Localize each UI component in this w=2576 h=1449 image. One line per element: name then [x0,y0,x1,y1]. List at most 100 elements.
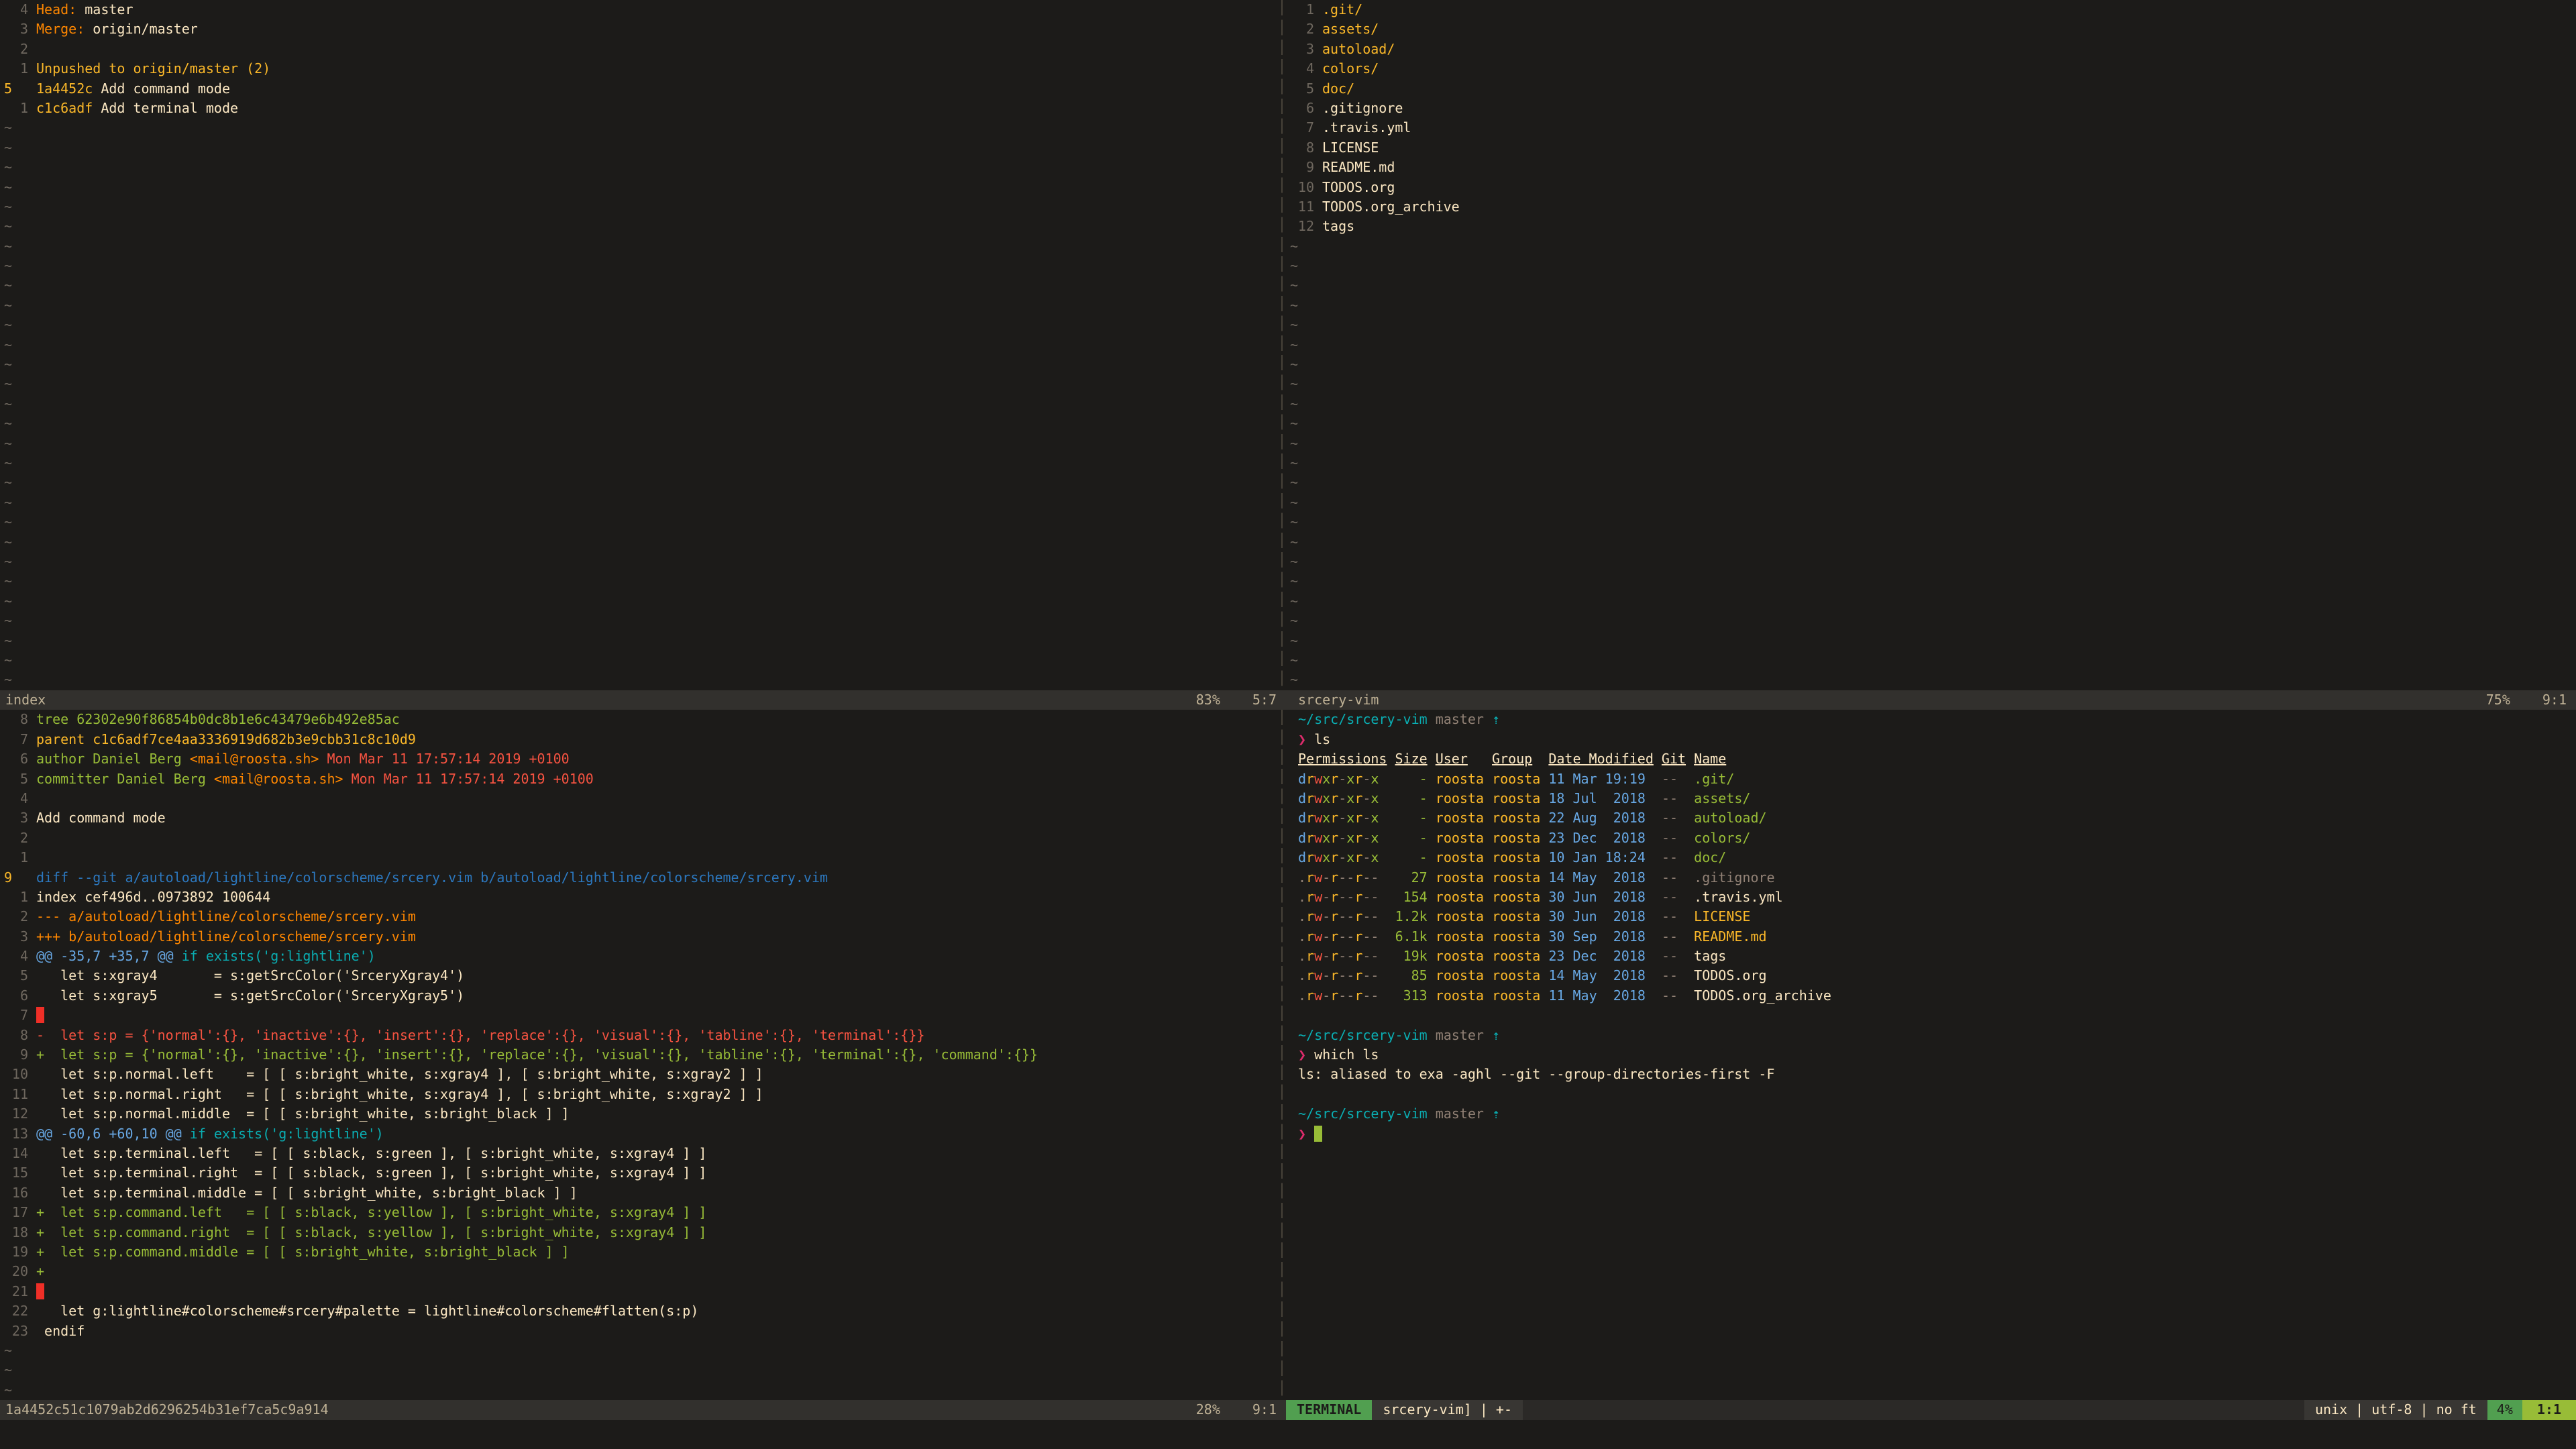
statusline-terminal-active[interactable]: TERMINAL srcery-vim] | +- unix | utf-8 |… [1286,1400,2576,1420]
text-run: TODOS.org_archive [1694,987,1831,1004]
terminal-line[interactable]: .rw-r--r-- 85 roosta roosta 14 May 2018 … [1298,966,2576,985]
permission-char: - [1362,948,1371,965]
buffer-line[interactable]: 5 1a4452c Add command mode [0,79,1278,99]
buffer-line[interactable]: 5 doc/ [1286,79,2576,99]
terminal-line[interactable]: drwxr-xr-x - roosta roosta 23 Dec 2018 -… [1298,828,2576,848]
buffer-line[interactable]: 3 +++ b/autoload/lightline/colorscheme/sr… [0,927,1278,947]
buffer-line[interactable]: 9 README.md [1286,158,2576,177]
terminal-line[interactable]: .rw-r--r-- 19k roosta roosta 23 Dec 2018… [1298,947,2576,966]
buffer-line[interactable]: 11 let s:p.normal.right = [ [ s:bright_w… [0,1085,1278,1104]
buffer-line[interactable]: 10 let s:p.normal.left = [ [ s:bright_wh… [0,1065,1278,1084]
permission-char: r [1330,888,1339,905]
buffer-line[interactable]: 2 [0,40,1278,59]
text-run: roosta [1435,928,1485,945]
terminal-line[interactable]: drwxr-xr-x - roosta roosta 11 Mar 19:19 … [1298,769,2576,789]
vertical-split-separator[interactable] [1278,0,1286,690]
buffer-line[interactable]: 5 let s:xgray4 = s:getSrcColor('SrceryXg… [0,966,1278,985]
buffer-line[interactable]: 1 .git/ [1286,0,2576,19]
buffer-line[interactable]: 20 + [0,1262,1278,1281]
buffer-line[interactable]: 1 index cef496d..0973892 100644 [0,888,1278,907]
permission-char: w [1314,869,1323,885]
buffer-line[interactable]: 4 colors/ [1286,59,2576,78]
terminal-line[interactable]: .rw-r--r-- 313 roosta roosta 11 May 2018… [1298,986,2576,1006]
terminal-line[interactable]: .rw-r--r-- 1.2k roosta roosta 30 Jun 201… [1298,907,2576,926]
buffer-line[interactable]: 6 author Daniel Berg <mail@roosta.sh> Mon… [0,749,1278,769]
buffer-line[interactable]: 9 diff --git a/autoload/lightline/colorsc… [0,868,1278,888]
terminal-line[interactable]: .rw-r--r-- 6.1k roosta roosta 30 Sep 201… [1298,927,2576,947]
terminal-line[interactable]: ❯ which ls [1298,1045,2576,1065]
buffer-line[interactable]: 21 [0,1282,1278,1301]
permission-char: x [1346,790,1355,806]
buffer-line[interactable]: 12 let s:p.normal.middle = [ [ s:bright_… [0,1104,1278,1124]
statusline-fugitive-summary[interactable]: index 83% 5:7 [0,690,1286,710]
terminal-line[interactable]: .rw-r--r-- 154 roosta roosta 30 Jun 2018… [1298,888,2576,907]
buffer-line[interactable]: 9 + let s:p = {'normal':{}, 'inactive':{}… [0,1045,1278,1065]
terminal-line[interactable]: drwxr-xr-x - roosta roosta 22 Aug 2018 -… [1298,808,2576,828]
line-number: 14 [11,1144,28,1161]
terminal-line[interactable]: drwxr-xr-x - roosta roosta 10 Jan 18:24 … [1298,848,2576,867]
text-run: ⇡ [1492,1106,1501,1122]
pane-terminal[interactable]: ~/src/srcery-vim master ⇡ ❯ ls Permissions… [1286,710,2576,1400]
buffer-line[interactable]: 22 let g:lightline#colorscheme#srcery#pa… [0,1301,1278,1321]
buffer-line[interactable]: 17 + let s:p.command.left = [ [ s:black, … [0,1203,1278,1222]
terminal-line[interactable]: ~/src/srcery-vim master ⇡ [1298,1104,2576,1124]
line-number: 2 [19,908,28,925]
buffer-line[interactable]: 15 let s:p.terminal.right = [ [ s:black,… [0,1163,1278,1183]
buffer-line[interactable]: 4 @@ -35,7 +35,7 @@ if exists('g:lightlin… [0,947,1278,966]
buffer-line[interactable]: 8 tree 62302e90f86854b0dc8b1e6c43479e6b49… [0,710,1278,729]
buffer-line[interactable]: 6 let s:xgray5 = s:getSrcColor('SrceryXg… [0,986,1278,1006]
buffer-line[interactable]: 4 [0,789,1278,808]
permission-char: r [1306,928,1315,945]
terminal-line[interactable]: .rw-r--r-- 27 roosta roosta 14 May 2018 … [1298,868,2576,888]
text-run [1484,711,1492,727]
buffer-line[interactable]: 3 Merge: origin/master [0,19,1278,39]
buffer-line[interactable]: 7 [0,1006,1278,1025]
buffer-line[interactable]: 7 parent c1c6adf7ce4aa3336919d682b3e9cbb3… [0,730,1278,749]
buffer-line[interactable]: 6 .gitignore [1286,99,2576,118]
vertical-split-separator[interactable] [1278,710,1286,1401]
buffer-line[interactable]: 11 TODOS.org_archive [1286,197,2576,217]
statusline-file-explorer[interactable]: srcery-vim 75% 9:1 [1286,690,2576,710]
terminal-line[interactable]: drwxr-xr-x - roosta roosta 18 Jul 2018 -… [1298,789,2576,808]
buffer-line[interactable]: 4 Head: master [0,0,1278,19]
buffer-line[interactable]: 18 + let s:p.command.right = [ [ s:black,… [0,1223,1278,1242]
statusline-git-commit-diff[interactable]: 1a4452c51c1079ab2d6296254b31ef7ca5c9a914… [0,1400,1286,1420]
buffer-line[interactable]: 5 committer Daniel Berg <mail@roosta.sh> … [0,769,1278,789]
permission-char: - [1362,869,1371,885]
pane-fugitive-summary[interactable]: 4 Head: master 3 Merge: origin/master 2 1 Unpu… [0,0,1278,690]
buffer-line[interactable]: 19 + let s:p.command.middle = [ [ s:brigh… [0,1242,1278,1262]
terminal-line[interactable]: ~/src/srcery-vim master ⇡ [1298,1026,2576,1045]
buffer-line[interactable]: 14 let s:p.terminal.left = [ [ s:black, … [0,1144,1278,1163]
terminal-line[interactable]: ls: aliased to exa -aghl --git --group-d… [1298,1065,2576,1084]
text-run [1540,889,1548,905]
vim-command-line[interactable] [0,1419,2576,1449]
buffer-line[interactable]: 3 Add command mode [0,808,1278,828]
buffer-line[interactable]: 3 autoload/ [1286,40,2576,59]
buffer-line[interactable]: 13 @@ -60,6 +60,10 @@ if exists('g:lightl… [0,1124,1278,1144]
buffer-line[interactable]: 23 endif [0,1322,1278,1341]
pane-git-commit-diff[interactable]: 8 tree 62302e90f86854b0dc8b1e6c43479e6b49… [0,710,1278,1400]
buffer-line[interactable]: 7 .travis.yml [1286,118,2576,138]
terminal-line[interactable]: ~/src/srcery-vim master ⇡ [1298,710,2576,729]
buffer-line[interactable]: 1 [0,848,1278,867]
buffer-line[interactable]: 2 [0,828,1278,848]
buffer-line[interactable]: 8 LICENSE [1286,138,2576,158]
buffer-line[interactable]: 2 assets/ [1286,19,2576,39]
terminal-line[interactable]: ❯ [1298,1124,2576,1144]
buffer-line[interactable]: 10 TODOS.org [1286,178,2576,197]
buffer-line[interactable]: 12 tags [1286,217,2576,236]
terminal-line[interactable]: ❯ ls [1298,730,2576,749]
terminal-line[interactable] [1298,1006,2576,1025]
terminal-line[interactable]: Permissions Size User Group Date Modifie… [1298,749,2576,769]
pane-file-explorer[interactable]: 1 .git/2 assets/3 autoload/4 colors/5 doc/6 .g… [1286,0,2576,690]
buffer-line[interactable]: 1 c1c6adf Add terminal mode [0,99,1278,118]
buffer-line[interactable]: 1 Unpushed to origin/master (2) [0,59,1278,78]
buffer-line[interactable]: 2 --- a/autoload/lightline/colorscheme/sr… [0,907,1278,926]
column-header: Group [1492,751,1533,767]
text-run: roosta [1435,869,1485,885]
permission-char: x [1371,790,1379,806]
terminal-line[interactable] [1298,1085,2576,1104]
buffer-line[interactable]: 16 let s:p.terminal.middle = [ [ s:brigh… [0,1183,1278,1203]
end-of-buffer-tilde: ~ [1290,672,1299,688]
buffer-line[interactable]: 8 - let s:p = {'normal':{}, 'inactive':{}… [0,1026,1278,1045]
